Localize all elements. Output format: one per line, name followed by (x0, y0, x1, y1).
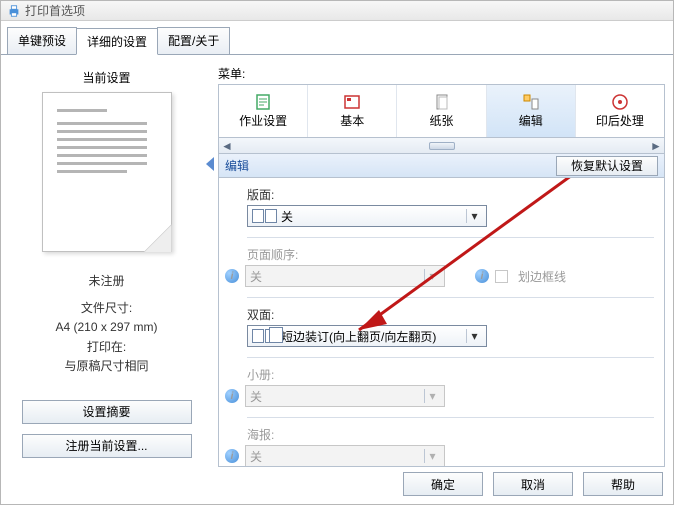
chevron-down-icon: ▾ (424, 269, 440, 283)
preview-info: 未注册 文件尺寸: A4 (210 x 297 mm) 打印在: 与原稿尺寸相同 (55, 272, 157, 376)
ok-button[interactable]: 确定 (403, 472, 483, 496)
current-settings-heading: 当前设置 (82, 69, 130, 86)
info-icon: i (225, 449, 239, 463)
field-page-order: 页面顺序: i 关 ▾ i 划边框线 (247, 246, 654, 287)
restore-defaults-button[interactable]: 恢复默认设置 (556, 156, 658, 176)
job-icon (254, 93, 272, 111)
poster-value: 关 (250, 448, 424, 465)
scroll-track[interactable] (235, 142, 648, 150)
left-panel: 当前设置 未注册 文件尺寸: A4 (210 x 297 mm) 打印在: 与原… (9, 65, 204, 467)
chevron-down-icon: ▾ (424, 389, 440, 403)
menu-item-label: 编辑 (519, 112, 543, 129)
layout-dropdown[interactable]: 关 ▾ (247, 205, 487, 227)
scroll-thumb[interactable] (429, 142, 455, 150)
order-label: 页面顺序: (247, 246, 654, 263)
status-text: 未注册 (55, 272, 157, 291)
field-poster: 海报: i 关 ▾ (247, 426, 654, 467)
printon-value: 与原稿尺寸相同 (55, 357, 157, 376)
paper-size-label: 文件尺寸: (55, 299, 157, 318)
window-title: 打印首选项 (25, 2, 85, 19)
poster-dropdown: 关 ▾ (245, 445, 445, 467)
order-value: 关 (250, 268, 424, 285)
section-title: 编辑 (225, 157, 249, 174)
order-dropdown: 关 ▾ (245, 265, 445, 287)
printer-icon (7, 4, 21, 18)
edit-form: 版面: 关 ▾ 页面顺序: i (218, 178, 665, 467)
basic-icon (343, 93, 361, 111)
tab-onetouch[interactable]: 单键预设 (7, 27, 77, 54)
scroll-left-icon[interactable]: ◄ (219, 139, 235, 153)
help-button[interactable]: 帮助 (583, 472, 663, 496)
menu-item-label: 作业设置 (239, 112, 287, 129)
frame-label: 划边框线 (518, 268, 566, 285)
menu-bar: 作业设置 基本 纸张 编辑 印后处理 (218, 84, 665, 138)
print-preferences-window: 打印首选项 单键预设 详细的设置 配置/关于 当前设置 未注册 (0, 0, 674, 505)
section-header: 编辑 恢复默认设置 (218, 154, 665, 178)
poster-label: 海报: (247, 426, 654, 443)
info-icon: i (225, 269, 239, 283)
field-duplex: 双面: 短边装订(向上翻页/向左翻页) ▾ (247, 306, 654, 347)
titlebar: 打印首选项 (1, 1, 673, 21)
duplex-value: 短边装订(向上翻页/向左翻页) (281, 328, 466, 345)
dialog-footer: 确定 取消 帮助 (403, 472, 663, 496)
info-icon: i (475, 269, 489, 283)
printon-label: 打印在: (55, 338, 157, 357)
tabstrip: 单键预设 详细的设置 配置/关于 (1, 21, 673, 55)
booklet-label: 小册: (247, 366, 654, 383)
info-icon: i (225, 389, 239, 403)
chevron-down-icon: ▾ (424, 449, 440, 463)
menu-item-label: 纸张 (430, 112, 454, 129)
settings-summary-button[interactable]: 设置摘要 (22, 400, 192, 424)
menu-item-label: 基本 (340, 112, 364, 129)
menu-item-paper[interactable]: 纸张 (397, 85, 486, 137)
layout-value: 关 (281, 208, 466, 225)
field-layout: 版面: 关 ▾ (247, 186, 654, 227)
edit-icon (522, 93, 540, 111)
scroll-right-icon[interactable]: ► (648, 139, 664, 153)
menu-scrollbar[interactable]: ◄ ► (218, 138, 665, 154)
chevron-down-icon: ▾ (466, 329, 482, 343)
booklet-dropdown: 关 ▾ (245, 385, 445, 407)
menu-item-job[interactable]: 作业设置 (219, 85, 308, 137)
field-booklet: 小册: i 关 ▾ (247, 366, 654, 407)
frame-checkbox (495, 270, 508, 283)
right-panel: 菜单: 作业设置 基本 纸张 编辑 (218, 65, 665, 467)
duplex-dropdown[interactable]: 短边装订(向上翻页/向左翻页) ▾ (247, 325, 487, 347)
collapse-arrow[interactable] (204, 65, 218, 467)
menu-item-basic[interactable]: 基本 (308, 85, 397, 137)
tab-detailed[interactable]: 详细的设置 (76, 28, 158, 55)
duplex-label: 双面: (247, 306, 654, 323)
page-preview (42, 92, 172, 252)
layout-label: 版面: (247, 186, 654, 203)
cancel-button[interactable]: 取消 (493, 472, 573, 496)
finish-icon (611, 93, 629, 111)
menu-item-edit[interactable]: 编辑 (487, 85, 576, 137)
menu-label: 菜单: (218, 65, 665, 82)
chevron-down-icon: ▾ (466, 209, 482, 223)
booklet-value: 关 (250, 388, 424, 405)
register-settings-button[interactable]: 注册当前设置... (22, 434, 192, 458)
menu-item-finish[interactable]: 印后处理 (576, 85, 664, 137)
duplex-icon (252, 329, 277, 343)
menu-item-label: 印后处理 (596, 112, 644, 129)
paper-icon (433, 93, 451, 111)
tab-config[interactable]: 配置/关于 (157, 27, 230, 54)
layout-icon (252, 209, 277, 223)
paper-size-value: A4 (210 x 297 mm) (55, 318, 157, 337)
